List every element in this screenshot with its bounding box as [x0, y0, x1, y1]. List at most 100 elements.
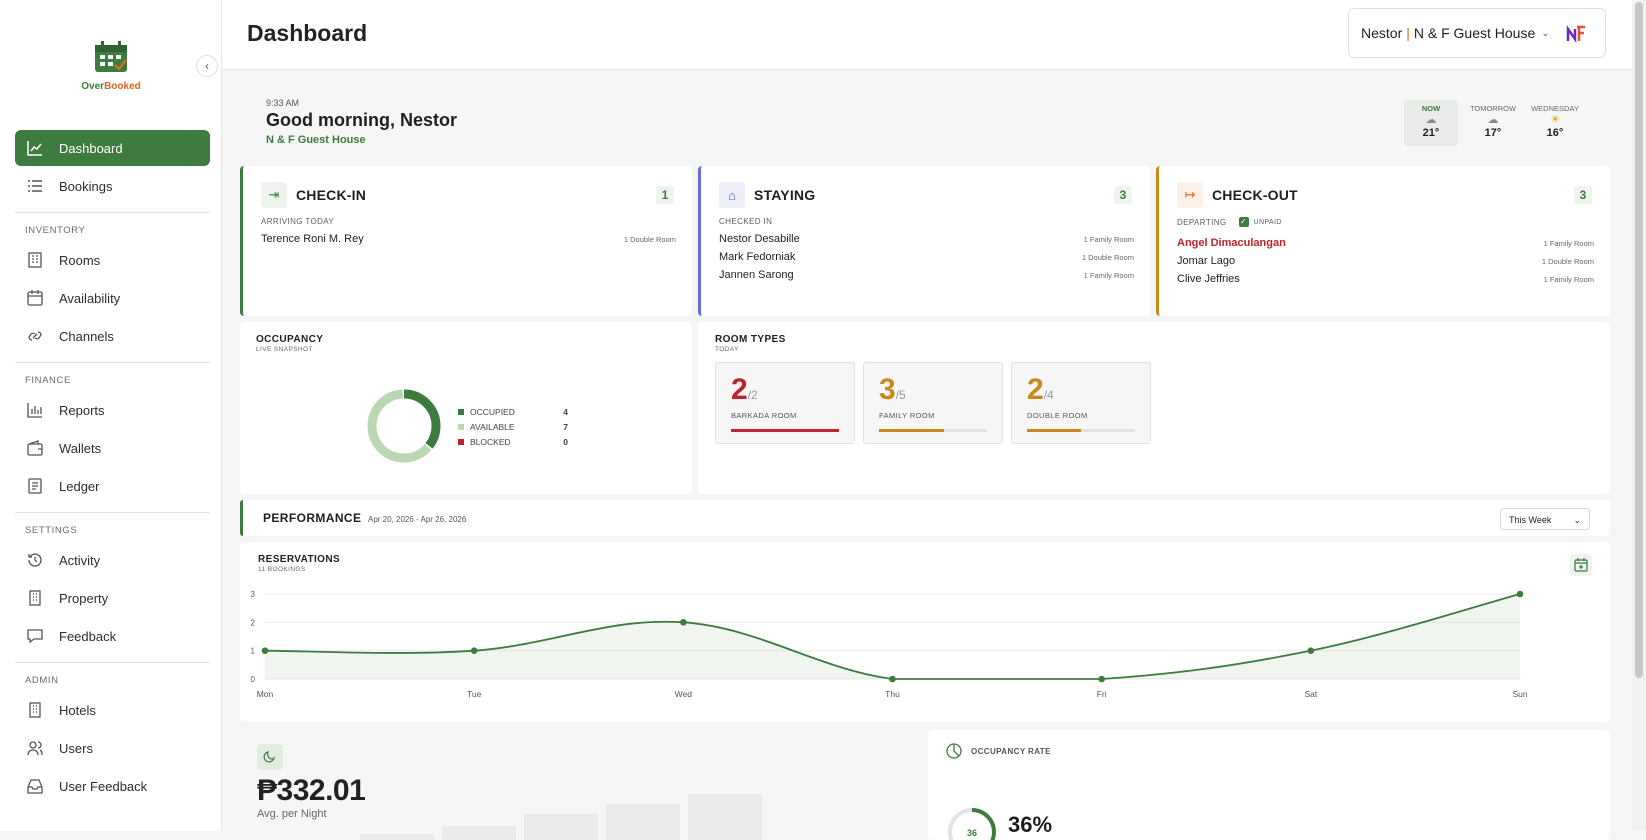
guest-row[interactable]: Clive Jeffries 1 Family Room	[1177, 270, 1594, 288]
wallet-icon	[25, 438, 45, 458]
guest-row[interactable]: Jannen Sarong 1 Family Room	[719, 266, 1134, 284]
guest-list: Terence Roni M. Rey 1 Double Room	[261, 230, 676, 248]
section-subtitle: LIVE SNAPSHOT	[256, 346, 313, 353]
current-time: 9:33 AM	[266, 98, 300, 108]
room-type-name: FAMILY ROOM	[879, 411, 935, 420]
sidebar-item-reports[interactable]: Reports	[15, 392, 210, 428]
occupancy-donut	[367, 389, 441, 463]
nav-section-inventory: INVENTORY	[15, 212, 210, 242]
sidebar-item-label: User Feedback	[59, 778, 148, 794]
sidebar-item-label: Bookings	[59, 178, 113, 194]
sidebar-item-dashboard[interactable]: Dashboard	[15, 130, 210, 166]
legend-swatch	[458, 438, 464, 445]
card-subtitle-label: DEPARTING	[1177, 217, 1227, 227]
guest-row[interactable]: Terence Roni M. Rey 1 Double Room	[261, 230, 676, 248]
guest-name: Angel Dimaculangan	[1177, 237, 1286, 249]
building-icon	[25, 700, 45, 720]
x-tick-label: Mon	[257, 689, 274, 699]
guest-row[interactable]: Mark Fedorniak 1 Double Room	[719, 248, 1134, 266]
room-usage-fill	[1027, 429, 1081, 432]
series-area	[265, 594, 1520, 679]
moon-icon	[257, 744, 283, 770]
sidebar-item-property[interactable]: Property	[15, 580, 210, 616]
sidebar-item-channels[interactable]: Channels	[15, 318, 210, 354]
section-title: ROOM TYPES	[715, 334, 786, 345]
card-subtitle: ARRIVING TODAY	[261, 217, 335, 226]
app-logo[interactable]: OverBooked	[78, 40, 144, 92]
sidebar-item-hotels[interactable]: Hotels	[15, 692, 210, 728]
guest-row[interactable]: Angel Dimaculangan 1 Family Room	[1177, 234, 1594, 252]
legend-item-occupied: OCCUPIED 4	[458, 404, 568, 419]
guest-name: Terence Roni M. Rey	[261, 233, 364, 245]
guest-row[interactable]: Nestor Desabille 1 Family Room	[719, 230, 1134, 248]
sidebar-item-bookings[interactable]: Bookings	[15, 168, 210, 204]
inbox-icon	[25, 776, 45, 796]
weather-temp: 17°	[1484, 127, 1502, 139]
checkout-card[interactable]: ↦ CHECK-OUT 3 DEPARTING ✓ UNPAID Angel D…	[1156, 166, 1610, 316]
sidebar-item-activity[interactable]: Activity	[15, 542, 210, 578]
data-point	[1098, 675, 1105, 683]
separator: |	[1406, 25, 1410, 41]
legend-item-available: AVAILABLE 7	[458, 419, 568, 434]
ledger-icon	[25, 476, 45, 496]
room-type-double[interactable]: 2/4 DOUBLE ROOM	[1011, 362, 1151, 444]
room-booked: 2	[731, 373, 748, 406]
property-name: N & F Guest House	[1413, 25, 1536, 41]
sidebar-item-users[interactable]: Users	[15, 730, 210, 766]
data-point	[889, 675, 896, 683]
sidebar-item-availability[interactable]: Availability	[15, 280, 210, 316]
sidebar-item-label: Channels	[59, 328, 114, 344]
legend-label: OCCUPIED	[470, 406, 515, 417]
guest-name: Jannen Sarong	[719, 269, 794, 281]
card-subtitle: CHECKED IN	[719, 217, 773, 226]
room-usage-fill	[731, 429, 839, 432]
room-type: 1 Double Room	[623, 234, 676, 244]
logo-text: OverBooked	[78, 81, 144, 92]
sidebar-item-label: Wallets	[59, 440, 102, 456]
cloud-icon: ☁	[1487, 114, 1499, 126]
section-subtitle: TODAY	[715, 346, 739, 353]
sidebar-item-ledger[interactable]: Ledger	[15, 468, 210, 504]
count-badge: 3	[1114, 186, 1132, 204]
sidebar-item-rooms[interactable]: Rooms	[15, 242, 210, 278]
list-icon	[25, 176, 45, 196]
collapse-sidebar-button[interactable]: ‹	[196, 55, 218, 77]
room-type: 1 Family Room	[1083, 234, 1134, 244]
sidebar-nav: Dashboard Bookings INVENTORY Rooms Avail…	[15, 130, 210, 806]
guest-row[interactable]: Jomar Lago 1 Double Room	[1177, 252, 1594, 270]
brand-logo-icon	[1565, 23, 1587, 45]
page-scrollbar[interactable]	[1632, 0, 1646, 831]
guest-name: Jomar Lago	[1177, 255, 1236, 267]
occupancy-card: OCCUPANCY LIVE SNAPSHOT OCCUPIED 4 AVAILA…	[240, 322, 692, 494]
data-point	[680, 619, 687, 626]
sidebar-item-wallets[interactable]: Wallets	[15, 430, 210, 466]
avg-night-value: ₱332.01	[257, 774, 366, 807]
logout-icon: ↦	[1177, 182, 1203, 208]
user-name: Nestor	[1361, 25, 1403, 41]
checkin-card[interactable]: ⇥ CHECK-IN 1 ARRIVING TODAY Terence Roni…	[240, 166, 692, 316]
sidebar-item-feedback[interactable]: Feedback	[15, 618, 210, 654]
scrollbar-thumb[interactable]	[1635, 2, 1643, 678]
data-point	[1307, 647, 1315, 654]
background-bar	[524, 814, 598, 840]
sidebar: OverBooked ‹ Dashboard Bookings INVENTOR…	[0, 0, 222, 831]
room-type: 1 Double Room	[1541, 256, 1594, 266]
guest-name: Mark Fedorniak	[719, 251, 796, 263]
logo-text-a: Over	[81, 81, 105, 92]
calendar-logo-icon	[95, 41, 127, 72]
property-switcher[interactable]: Nestor | N & F Guest House ⌄	[1348, 8, 1606, 58]
unpaid-checkbox[interactable]: ✓	[1238, 217, 1249, 227]
room-type-barkada[interactable]: 2/2 BARKADA ROOM	[715, 362, 855, 444]
guest-name: Clive Jeffries	[1177, 273, 1240, 285]
period-select[interactable]: This Week ⌄	[1500, 508, 1590, 530]
count-badge: 3	[1574, 186, 1592, 204]
room-usage-fill	[879, 429, 944, 432]
bar-chart-icon	[25, 400, 45, 420]
x-tick-label: Sun	[1512, 689, 1527, 699]
occupancy-rate-card: OCCUPANCY RATE 36 36%	[928, 730, 1610, 840]
room-type-family[interactable]: 3/5 FAMILY ROOM	[863, 362, 1003, 444]
staying-card[interactable]: ⌂ STAYING 3 CHECKED IN Nestor Desabille 1…	[698, 166, 1150, 316]
sidebar-item-user-feedback[interactable]: User Feedback	[15, 768, 210, 804]
login-icon: ⇥	[261, 182, 287, 208]
data-point	[261, 647, 269, 654]
